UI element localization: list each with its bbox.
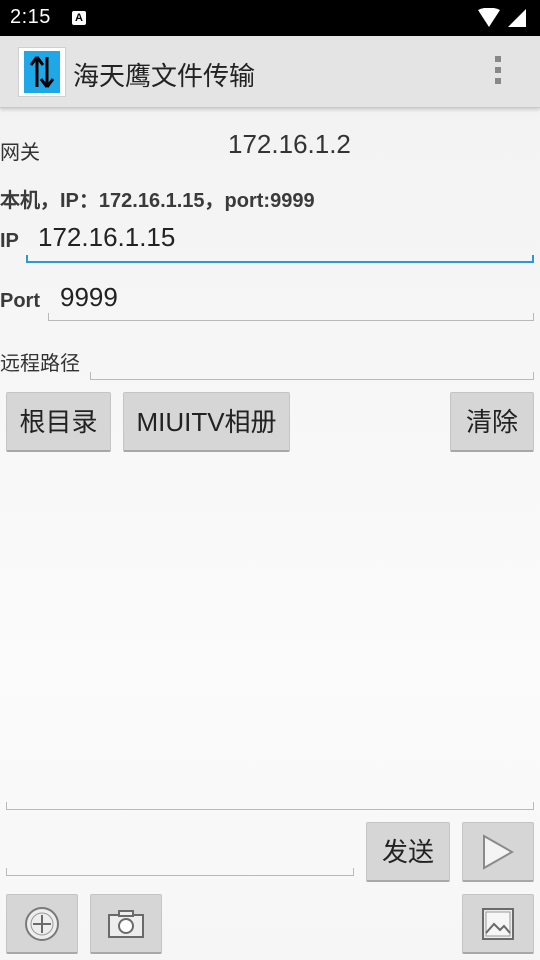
ip-input-value: 172.16.1.15 bbox=[38, 222, 176, 252]
add-button[interactable] bbox=[6, 894, 78, 954]
camera-button[interactable] bbox=[90, 894, 162, 954]
status-icons bbox=[474, 8, 526, 28]
image-icon bbox=[482, 907, 514, 940]
send-file-button[interactable] bbox=[462, 822, 534, 882]
clear-button[interactable]: 清除 bbox=[450, 392, 534, 452]
status-time: 2:15 bbox=[10, 6, 51, 28]
gateway-value: 172.16.1.2 bbox=[228, 129, 351, 159]
play-triangle-icon bbox=[483, 833, 514, 870]
send-button[interactable]: 发送 bbox=[366, 822, 450, 882]
remote-path-input[interactable] bbox=[90, 344, 534, 380]
status-bar: 2:15 A bbox=[0, 0, 540, 36]
remote-path-label: 远程路径 bbox=[0, 353, 80, 375]
port-input[interactable]: 9999 bbox=[48, 282, 534, 321]
app-title: 海天鹰文件传输 bbox=[73, 61, 256, 91]
signal-icon bbox=[508, 9, 526, 27]
root-dir-button[interactable]: 根目录 bbox=[6, 392, 111, 452]
app-logo-icon bbox=[18, 47, 66, 97]
miuitv-album-button[interactable]: MIUITV相册 bbox=[123, 392, 290, 452]
gallery-button[interactable] bbox=[462, 894, 534, 954]
port-input-value: 9999 bbox=[60, 282, 118, 312]
miuitv-album-button-label: MIUITV相册 bbox=[136, 407, 277, 437]
root-dir-button-label: 根目录 bbox=[19, 407, 98, 437]
overflow-menu-icon[interactable] bbox=[488, 56, 508, 90]
add-circle-icon bbox=[25, 906, 59, 941]
notification-a-icon: A bbox=[72, 11, 86, 25]
send-button-label: 发送 bbox=[381, 837, 434, 867]
camera-icon bbox=[108, 909, 144, 938]
local-info: 本机，IP：172.16.1.15，port:9999 bbox=[0, 190, 315, 212]
gateway-label: 网关 bbox=[0, 142, 40, 164]
ip-label: IP bbox=[0, 230, 19, 252]
ip-input[interactable]: 172.16.1.15 bbox=[26, 222, 534, 263]
message-input[interactable] bbox=[6, 840, 354, 876]
clear-button-label: 清除 bbox=[465, 407, 518, 437]
log-area[interactable] bbox=[6, 460, 534, 810]
port-label: Port bbox=[0, 290, 40, 312]
action-bar: 海天鹰文件传输 bbox=[0, 36, 540, 108]
log-area-underline bbox=[6, 790, 534, 810]
wifi-icon bbox=[477, 8, 500, 27]
